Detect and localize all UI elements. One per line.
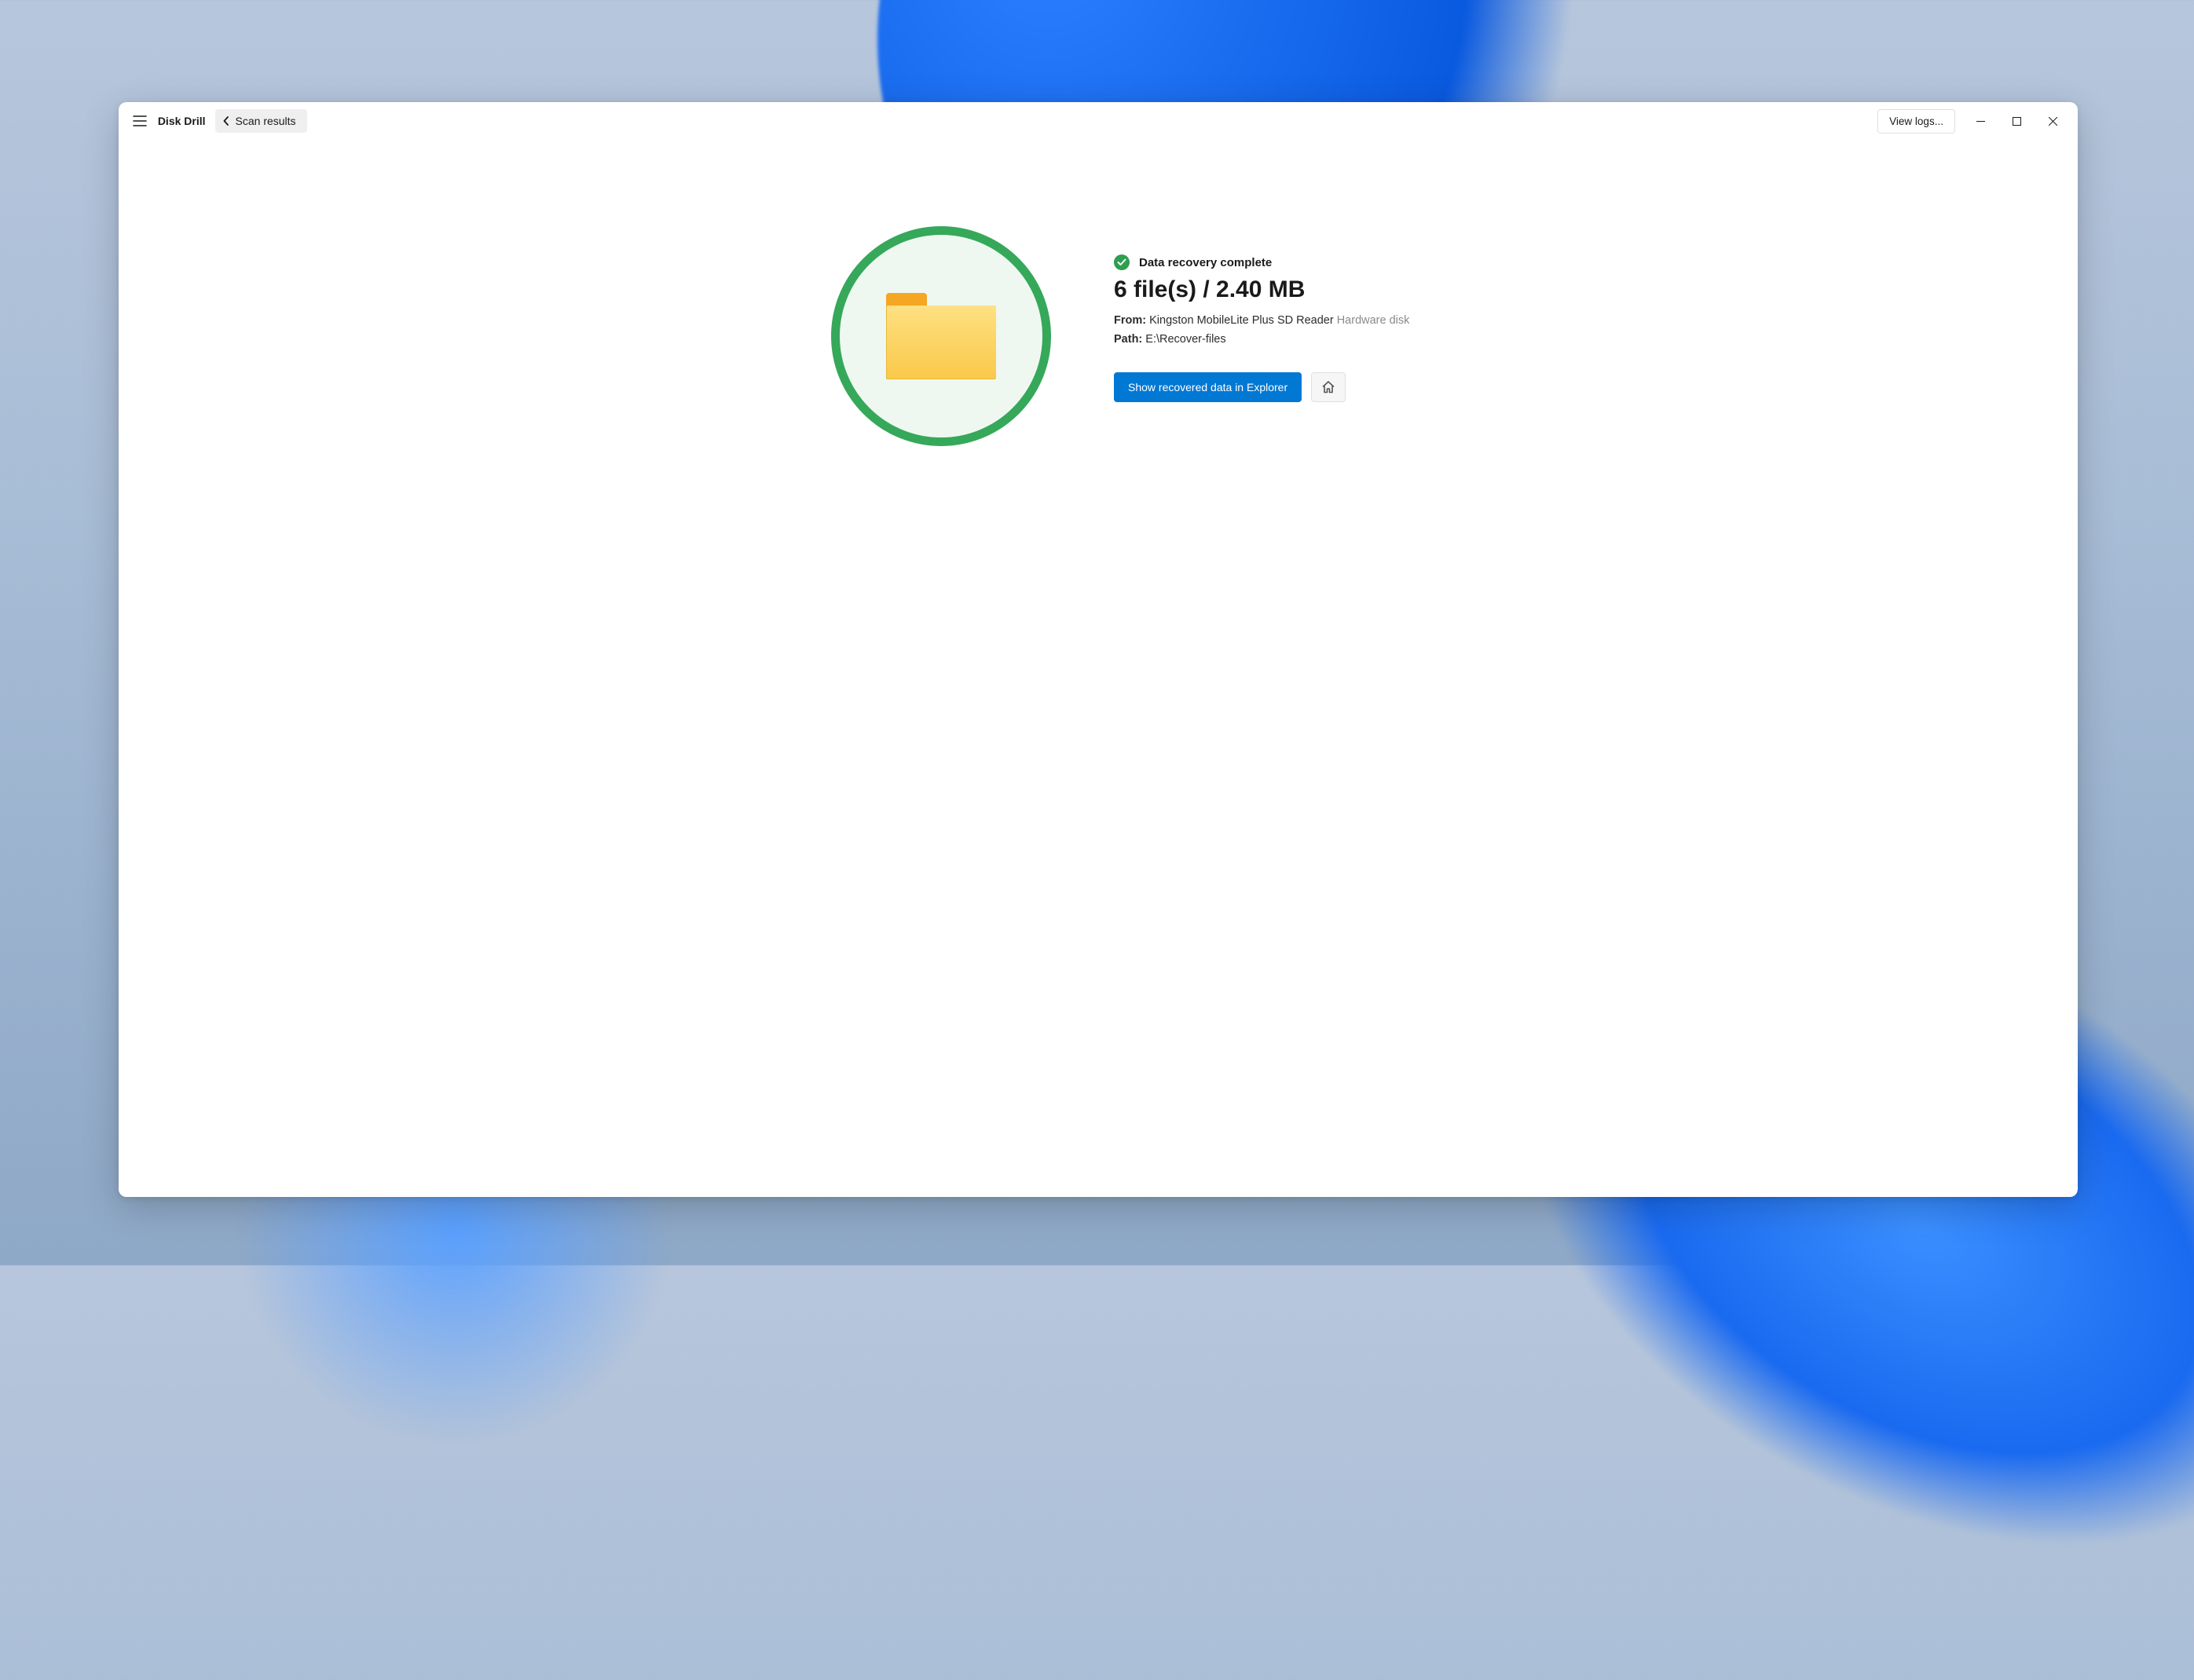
app-window: Disk Drill Scan results View logs...	[119, 102, 2078, 1197]
back-button[interactable]: Scan results	[215, 109, 307, 133]
content-area: Data recovery complete 6 file(s) / 2.40 …	[119, 140, 2078, 1197]
close-icon	[2049, 117, 2057, 126]
path-value: E:\Recover-files	[1145, 333, 1225, 346]
result-headline: 6 file(s) / 2.40 MB	[1114, 276, 2078, 303]
from-label: From:	[1114, 314, 1146, 327]
hero-column	[119, 226, 1059, 446]
app-name: Disk Drill	[158, 115, 206, 127]
folder-success-graphic	[831, 226, 1051, 446]
minimize-button[interactable]	[1963, 108, 1999, 134]
info-column: Data recovery complete 6 file(s) / 2.40 …	[1114, 226, 2078, 402]
path-label: Path:	[1114, 333, 1142, 346]
hamburger-menu-button[interactable]	[126, 108, 153, 134]
window-controls	[1963, 108, 2071, 134]
home-icon	[1321, 380, 1335, 394]
maximize-icon	[2013, 117, 2021, 126]
view-logs-button[interactable]: View logs...	[1877, 109, 1955, 134]
show-in-explorer-button[interactable]: Show recovered data in Explorer	[1114, 372, 1302, 402]
chevron-left-icon	[223, 116, 229, 126]
action-row: Show recovered data in Explorer	[1114, 372, 2078, 402]
close-button[interactable]	[2035, 108, 2071, 134]
hamburger-icon	[133, 115, 147, 126]
minimize-icon	[1976, 117, 1985, 126]
from-line: From: Kingston MobileLite Plus SD Reader…	[1114, 314, 2078, 327]
titlebar: Disk Drill Scan results View logs...	[119, 102, 2078, 140]
back-label: Scan results	[236, 115, 296, 127]
folder-icon	[886, 293, 996, 379]
from-suffix: Hardware disk	[1337, 314, 1410, 327]
from-value: Kingston MobileLite Plus SD Reader	[1149, 314, 1334, 327]
maximize-button[interactable]	[1999, 108, 2035, 134]
status-row: Data recovery complete	[1114, 254, 2078, 270]
path-line: Path: E:\Recover-files	[1114, 333, 2078, 346]
home-button[interactable]	[1311, 372, 1346, 402]
success-check-icon	[1114, 254, 1130, 270]
status-text: Data recovery complete	[1139, 256, 1272, 269]
